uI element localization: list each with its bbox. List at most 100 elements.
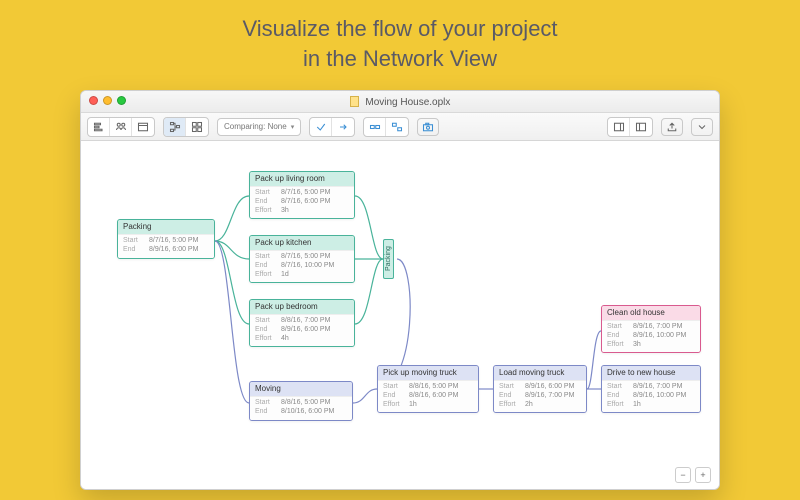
end-label: End bbox=[255, 408, 277, 417]
share-button[interactable] bbox=[661, 118, 683, 136]
catch-up-button[interactable] bbox=[310, 118, 332, 136]
node-body: Start8/8/16, 7:00 PM End8/9/16, 6:00 PM … bbox=[250, 314, 354, 346]
task-node-clean[interactable]: Clean old house Start 8/9/16, 7:00 PM End… bbox=[601, 305, 701, 353]
zoom-controls: − + bbox=[675, 467, 711, 483]
task-node-kitchen[interactable]: Pack up kitchen Start8/7/16, 5:00 PM End… bbox=[249, 235, 355, 283]
chevron-down-icon: ▾ bbox=[291, 123, 295, 131]
task-node-load-truck[interactable]: Load moving truck Start8/9/16, 6:00 PM E… bbox=[493, 365, 587, 413]
style-view-button[interactable] bbox=[186, 118, 208, 136]
start-value: 8/7/16, 5:00 PM bbox=[149, 237, 198, 246]
effort-value: 2h bbox=[525, 401, 533, 410]
headline-line2: in the Network View bbox=[303, 46, 497, 71]
zoom-out-button[interactable]: − bbox=[675, 467, 691, 483]
end-value: 8/7/16, 10:00 PM bbox=[281, 262, 334, 271]
node-title: Drive to new house bbox=[602, 366, 700, 380]
traffic-lights bbox=[89, 96, 126, 105]
start-label: Start bbox=[383, 383, 405, 392]
end-value: 8/10/16, 6:00 PM bbox=[281, 408, 334, 417]
end-value: 8/9/16, 6:00 PM bbox=[281, 326, 330, 335]
node-body: Start8/7/16, 5:00 PM End8/7/16, 6:00 PM … bbox=[250, 186, 354, 218]
node-body: Start8/9/16, 6:00 PM End8/9/16, 7:00 PM … bbox=[494, 380, 586, 412]
node-body: Start8/7/16, 5:00 PM End8/7/16, 10:00 PM… bbox=[250, 250, 354, 282]
effort-label: Effort bbox=[255, 207, 277, 216]
effort-value: 4h bbox=[281, 335, 289, 344]
node-body: Start8/8/16, 5:00 PM End8/8/16, 6:00 PM … bbox=[378, 380, 478, 412]
leveling-group bbox=[363, 117, 409, 137]
task-node-packing[interactable]: Packing Start8/7/16, 5:00 PM End8/9/16, … bbox=[117, 219, 215, 259]
task-node-drive[interactable]: Drive to new house Start8/9/16, 7:00 PM … bbox=[601, 365, 701, 413]
zoom-in-button[interactable]: + bbox=[695, 467, 711, 483]
effort-value: 1h bbox=[409, 401, 417, 410]
sidebar-toggle-button[interactable] bbox=[630, 118, 652, 136]
effort-value: 3h bbox=[281, 207, 289, 216]
toolbar: Comparing: None ▾ bbox=[81, 113, 719, 141]
inspector-group bbox=[607, 117, 653, 137]
end-label: End bbox=[123, 246, 145, 255]
resource-view-button[interactable] bbox=[110, 118, 132, 136]
start-label: Start bbox=[499, 383, 521, 392]
network-style-group bbox=[163, 117, 209, 137]
task-node-living-room[interactable]: Pack up living room Start 8/7/16, 5:00 PM… bbox=[249, 171, 355, 219]
end-value: 8/9/16, 10:00 PM bbox=[633, 392, 686, 401]
effort-label: Effort bbox=[499, 401, 521, 410]
baseline-selector[interactable]: Comparing: None ▾ bbox=[217, 118, 301, 136]
group-label-packing[interactable]: Packing bbox=[383, 239, 394, 279]
start-label: Start bbox=[607, 323, 629, 332]
calendar-view-button[interactable] bbox=[132, 118, 154, 136]
end-label: End bbox=[607, 392, 629, 401]
task-node-bedroom[interactable]: Pack up bedroom Start8/8/16, 7:00 PM End… bbox=[249, 299, 355, 347]
reschedule-button[interactable] bbox=[332, 118, 354, 136]
window-titlebar[interactable]: Moving House.oplx bbox=[81, 91, 719, 113]
minimize-icon[interactable] bbox=[103, 96, 112, 105]
clear-leveling-button[interactable] bbox=[386, 118, 408, 136]
document-title-text: Moving House.oplx bbox=[365, 97, 450, 108]
end-value: 8/8/16, 6:00 PM bbox=[409, 392, 458, 401]
node-title: Clean old house bbox=[602, 306, 700, 320]
start-label: Start bbox=[255, 189, 277, 198]
end-value: 8/9/16, 10:00 PM bbox=[633, 332, 686, 341]
start-value: 8/9/16, 7:00 PM bbox=[633, 323, 682, 332]
more-button[interactable] bbox=[691, 118, 713, 136]
inspector-toggle-button[interactable] bbox=[608, 118, 630, 136]
network-canvas[interactable]: Packing Start 8/7/16, 5:00 PM End 8/9/16, … bbox=[81, 141, 719, 489]
node-title: Pack up living room bbox=[250, 172, 354, 186]
end-label: End bbox=[255, 262, 277, 271]
node-body: Start 8/9/16, 7:00 PM End 8/9/16, 10:00 PM… bbox=[602, 320, 700, 352]
baseline-label: Comparing: None bbox=[224, 122, 287, 131]
end-value: 8/7/16, 6:00 PM bbox=[281, 198, 330, 207]
end-label: End bbox=[255, 326, 277, 335]
zoom-icon[interactable] bbox=[117, 96, 126, 105]
start-value: 8/7/16, 5:00 PM bbox=[281, 189, 330, 198]
gantt-view-button[interactable] bbox=[88, 118, 110, 136]
task-node-moving[interactable]: Moving Start8/8/16, 5:00 PM End8/10/16, … bbox=[249, 381, 353, 421]
end-value: 8/9/16, 6:00 PM bbox=[149, 246, 198, 255]
network-view-button[interactable] bbox=[164, 118, 186, 136]
effort-label: Effort bbox=[607, 401, 629, 410]
end-label: End bbox=[607, 332, 629, 341]
start-value: 8/8/16, 5:00 PM bbox=[281, 399, 330, 408]
end-value: 8/9/16, 7:00 PM bbox=[525, 392, 574, 401]
app-window: Moving House.oplx Comparing: None ▾ bbox=[80, 90, 720, 490]
snapshot-button[interactable] bbox=[417, 118, 439, 136]
start-label: Start bbox=[255, 253, 277, 262]
node-title: Pack up kitchen bbox=[250, 236, 354, 250]
effort-label: Effort bbox=[255, 335, 277, 344]
task-node-pickup-truck[interactable]: Pick up moving truck Start8/8/16, 5:00 P… bbox=[377, 365, 479, 413]
node-title: Pack up bedroom bbox=[250, 300, 354, 314]
close-icon[interactable] bbox=[89, 96, 98, 105]
node-title: Moving bbox=[250, 382, 352, 396]
start-value: 8/8/16, 7:00 PM bbox=[281, 317, 330, 326]
node-body: Start8/7/16, 5:00 PM End8/9/16, 6:00 PM bbox=[118, 234, 214, 258]
effort-label: Effort bbox=[255, 271, 277, 280]
node-title: Packing bbox=[118, 220, 214, 234]
end-label: End bbox=[383, 392, 405, 401]
view-mode-group bbox=[87, 117, 155, 137]
effort-label: Effort bbox=[607, 341, 629, 350]
level-button[interactable] bbox=[364, 118, 386, 136]
effort-value: 1h bbox=[633, 401, 641, 410]
node-body: Start8/9/16, 7:00 PM End8/9/16, 10:00 PM… bbox=[602, 380, 700, 412]
document-title: Moving House.oplx bbox=[350, 96, 451, 108]
node-title: Load moving truck bbox=[494, 366, 586, 380]
start-value: 8/9/16, 7:00 PM bbox=[633, 383, 682, 392]
start-value: 8/8/16, 5:00 PM bbox=[409, 383, 458, 392]
